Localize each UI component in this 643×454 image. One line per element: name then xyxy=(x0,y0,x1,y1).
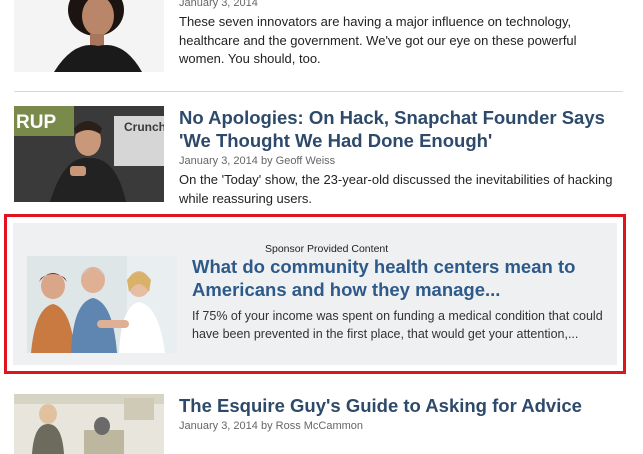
article-author[interactable]: Ross McCammon xyxy=(276,420,363,432)
article-date: January 3, 2014 xyxy=(179,0,258,9)
article-title[interactable]: The Esquire Guy's Guide to Asking for Ad… xyxy=(179,394,623,417)
sponsored-text: What do community health centers mean to… xyxy=(192,255,611,343)
sponsored-thumbnail[interactable] xyxy=(27,256,177,353)
sponsored-summary: If 75% of your income was spent on fundi… xyxy=(192,309,603,341)
article-meta: January 3, 2014 by Geoff Weiss xyxy=(179,154,623,168)
thumb-logo-text: RUP xyxy=(16,112,57,133)
article-thumbnail[interactable] xyxy=(14,0,164,72)
sponsor-label: Sponsor Provided Content xyxy=(265,243,389,255)
divider xyxy=(14,91,623,92)
article-summary: On the 'Today' show, the 23-year-old dis… xyxy=(179,172,613,206)
article-item: The Esquire Guy's Guide to Asking for Ad… xyxy=(14,394,623,454)
article-title[interactable]: No Apologies: On Hack, Snapchat Founder … xyxy=(179,106,623,152)
article-item: RUP Crunch No Apologies: On Hack, Snapch… xyxy=(14,106,623,206)
article-content: The Esquire Guy's Guide to Asking for Ad… xyxy=(179,394,623,433)
article-summary: These seven innovators are having a majo… xyxy=(179,14,577,66)
sponsored-title[interactable]: What do community health centers mean to… xyxy=(192,255,611,301)
article-author[interactable]: Geoff Weiss xyxy=(276,155,336,167)
thumb-logo-text: Crunch xyxy=(124,120,164,134)
article-date: January 3, 2014 by xyxy=(179,420,273,432)
article-date: January 3, 2014 by xyxy=(179,155,273,167)
article-thumbnail[interactable] xyxy=(14,394,164,454)
article-content: January 3, 2014 These seven innovators a… xyxy=(179,0,623,69)
article-thumbnail[interactable]: RUP Crunch xyxy=(14,106,164,202)
sponsored-content: Sponsor Provided Content What do communi… xyxy=(13,223,617,365)
article-content: No Apologies: On Hack, Snapchat Founder … xyxy=(179,106,623,208)
sponsored-highlight-box: Sponsor Provided Content What do communi… xyxy=(4,214,626,374)
article-item: January 3, 2014 These seven innovators a… xyxy=(14,0,623,72)
article-meta: January 3, 2014 by Ross McCammon xyxy=(179,419,623,433)
